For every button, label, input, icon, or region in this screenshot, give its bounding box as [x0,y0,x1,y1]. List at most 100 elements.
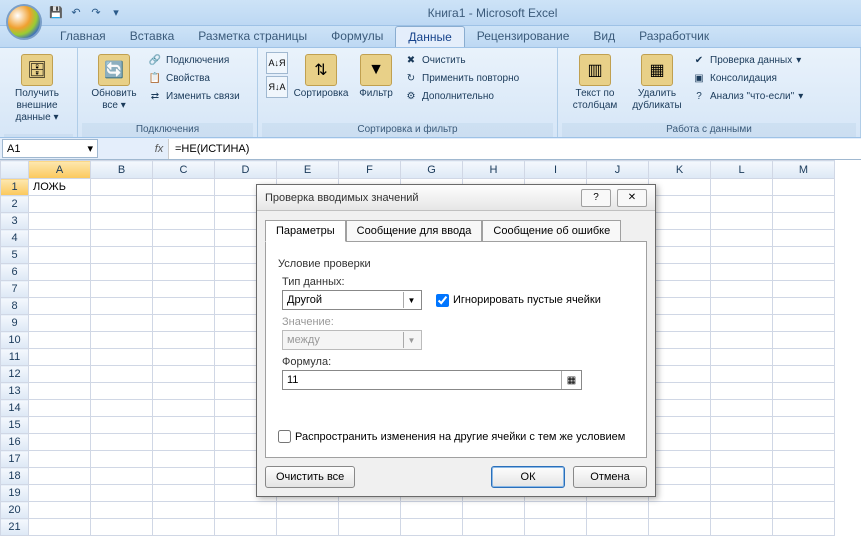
cell[interactable] [649,451,711,468]
column-header[interactable]: I [525,161,587,179]
row-header[interactable]: 14 [1,400,29,417]
cell[interactable] [773,315,835,332]
cell[interactable] [711,247,773,264]
propagate-input[interactable] [278,430,291,443]
cell[interactable] [153,519,215,536]
cell[interactable] [711,196,773,213]
cell[interactable] [649,417,711,434]
row-header[interactable]: 11 [1,349,29,366]
cell[interactable] [153,332,215,349]
cell[interactable] [773,247,835,264]
cell[interactable] [649,230,711,247]
tab-developer[interactable]: Разработчик [627,26,721,47]
tab-insert[interactable]: Вставка [118,26,187,47]
cell[interactable] [649,213,711,230]
cell[interactable] [649,298,711,315]
cell[interactable] [711,213,773,230]
ignore-blank-checkbox[interactable]: Игнорировать пустые ячейки [436,294,601,307]
tab-parameters[interactable]: Параметры [265,220,346,242]
dialog-titlebar[interactable]: Проверка вводимых значений ? ✕ [257,185,655,211]
cell[interactable] [153,179,215,196]
tab-input-message[interactable]: Сообщение для ввода [346,220,483,242]
cell[interactable] [649,485,711,502]
cell[interactable] [339,519,401,536]
cell[interactable] [773,434,835,451]
reapply-filter-button[interactable]: ↻Применить повторно [402,70,521,86]
text-to-columns-button[interactable]: ▥ Текст по столбцам [566,52,624,114]
cell[interactable] [29,264,91,281]
cell[interactable] [91,179,153,196]
cell[interactable] [29,247,91,264]
column-header[interactable]: E [277,161,339,179]
cell[interactable] [153,451,215,468]
cell[interactable] [711,417,773,434]
row-header[interactable]: 1 [1,179,29,196]
cell[interactable] [29,519,91,536]
cell[interactable] [153,434,215,451]
cell[interactable] [277,502,339,519]
cell[interactable] [773,451,835,468]
cell[interactable] [773,213,835,230]
select-all-corner[interactable] [1,161,29,179]
row-header[interactable]: 5 [1,247,29,264]
row-header[interactable]: 16 [1,434,29,451]
cell[interactable] [711,366,773,383]
formula-input[interactable] [168,139,861,159]
cell[interactable]: ЛОЖЬ [29,179,91,196]
cell[interactable] [401,519,463,536]
cell[interactable] [29,400,91,417]
clear-filter-button[interactable]: ✖Очистить [402,52,521,68]
get-external-data-button[interactable]: 🗄 Получить внешние данные ▾ [8,52,66,126]
column-header[interactable]: K [649,161,711,179]
consolidate-button[interactable]: ▣Консолидация [690,70,805,86]
cell[interactable] [649,247,711,264]
cell[interactable] [91,230,153,247]
cell[interactable] [649,400,711,417]
close-button[interactable]: ✕ [617,189,647,207]
sort-button[interactable]: ⇅ Сортировка [292,52,350,102]
cell[interactable] [711,400,773,417]
remove-duplicates-button[interactable]: ▦ Удалить дубликаты [628,52,686,114]
cell[interactable] [773,400,835,417]
cell[interactable] [153,196,215,213]
tab-view[interactable]: Вид [581,26,627,47]
cell[interactable] [711,298,773,315]
cell[interactable] [773,196,835,213]
column-header[interactable]: L [711,161,773,179]
cell[interactable] [587,519,649,536]
cell[interactable] [91,247,153,264]
row-header[interactable]: 19 [1,485,29,502]
row-header[interactable]: 15 [1,417,29,434]
tab-home[interactable]: Главная [48,26,118,47]
cell[interactable] [463,519,525,536]
cell[interactable] [153,315,215,332]
cell[interactable] [91,281,153,298]
cell[interactable] [29,281,91,298]
cell[interactable] [711,281,773,298]
row-header[interactable]: 13 [1,383,29,400]
cell[interactable] [91,519,153,536]
what-if-button[interactable]: ?Анализ "что-если" ▾ [690,88,805,104]
sort-desc-button[interactable]: Я↓А [266,76,288,98]
cell[interactable] [773,349,835,366]
cell[interactable] [649,196,711,213]
cell[interactable] [773,417,835,434]
cell[interactable] [91,417,153,434]
connections-button[interactable]: 🔗Подключения [146,52,242,68]
row-header[interactable]: 6 [1,264,29,281]
cell[interactable] [401,502,463,519]
cell[interactable] [339,502,401,519]
formula-field[interactable]: ▦ [282,370,582,390]
help-button[interactable]: ? [581,189,611,207]
name-box[interactable]: A1 ▾ [2,139,98,158]
row-header[interactable]: 4 [1,230,29,247]
cell[interactable] [153,298,215,315]
tab-formulas[interactable]: Формулы [319,26,395,47]
clear-all-button[interactable]: Очистить все [265,466,355,488]
cell[interactable] [91,298,153,315]
cell[interactable] [153,502,215,519]
cell[interactable] [649,264,711,281]
column-header[interactable]: G [401,161,463,179]
tab-error-message[interactable]: Сообщение об ошибке [482,220,621,242]
cell[interactable] [29,213,91,230]
